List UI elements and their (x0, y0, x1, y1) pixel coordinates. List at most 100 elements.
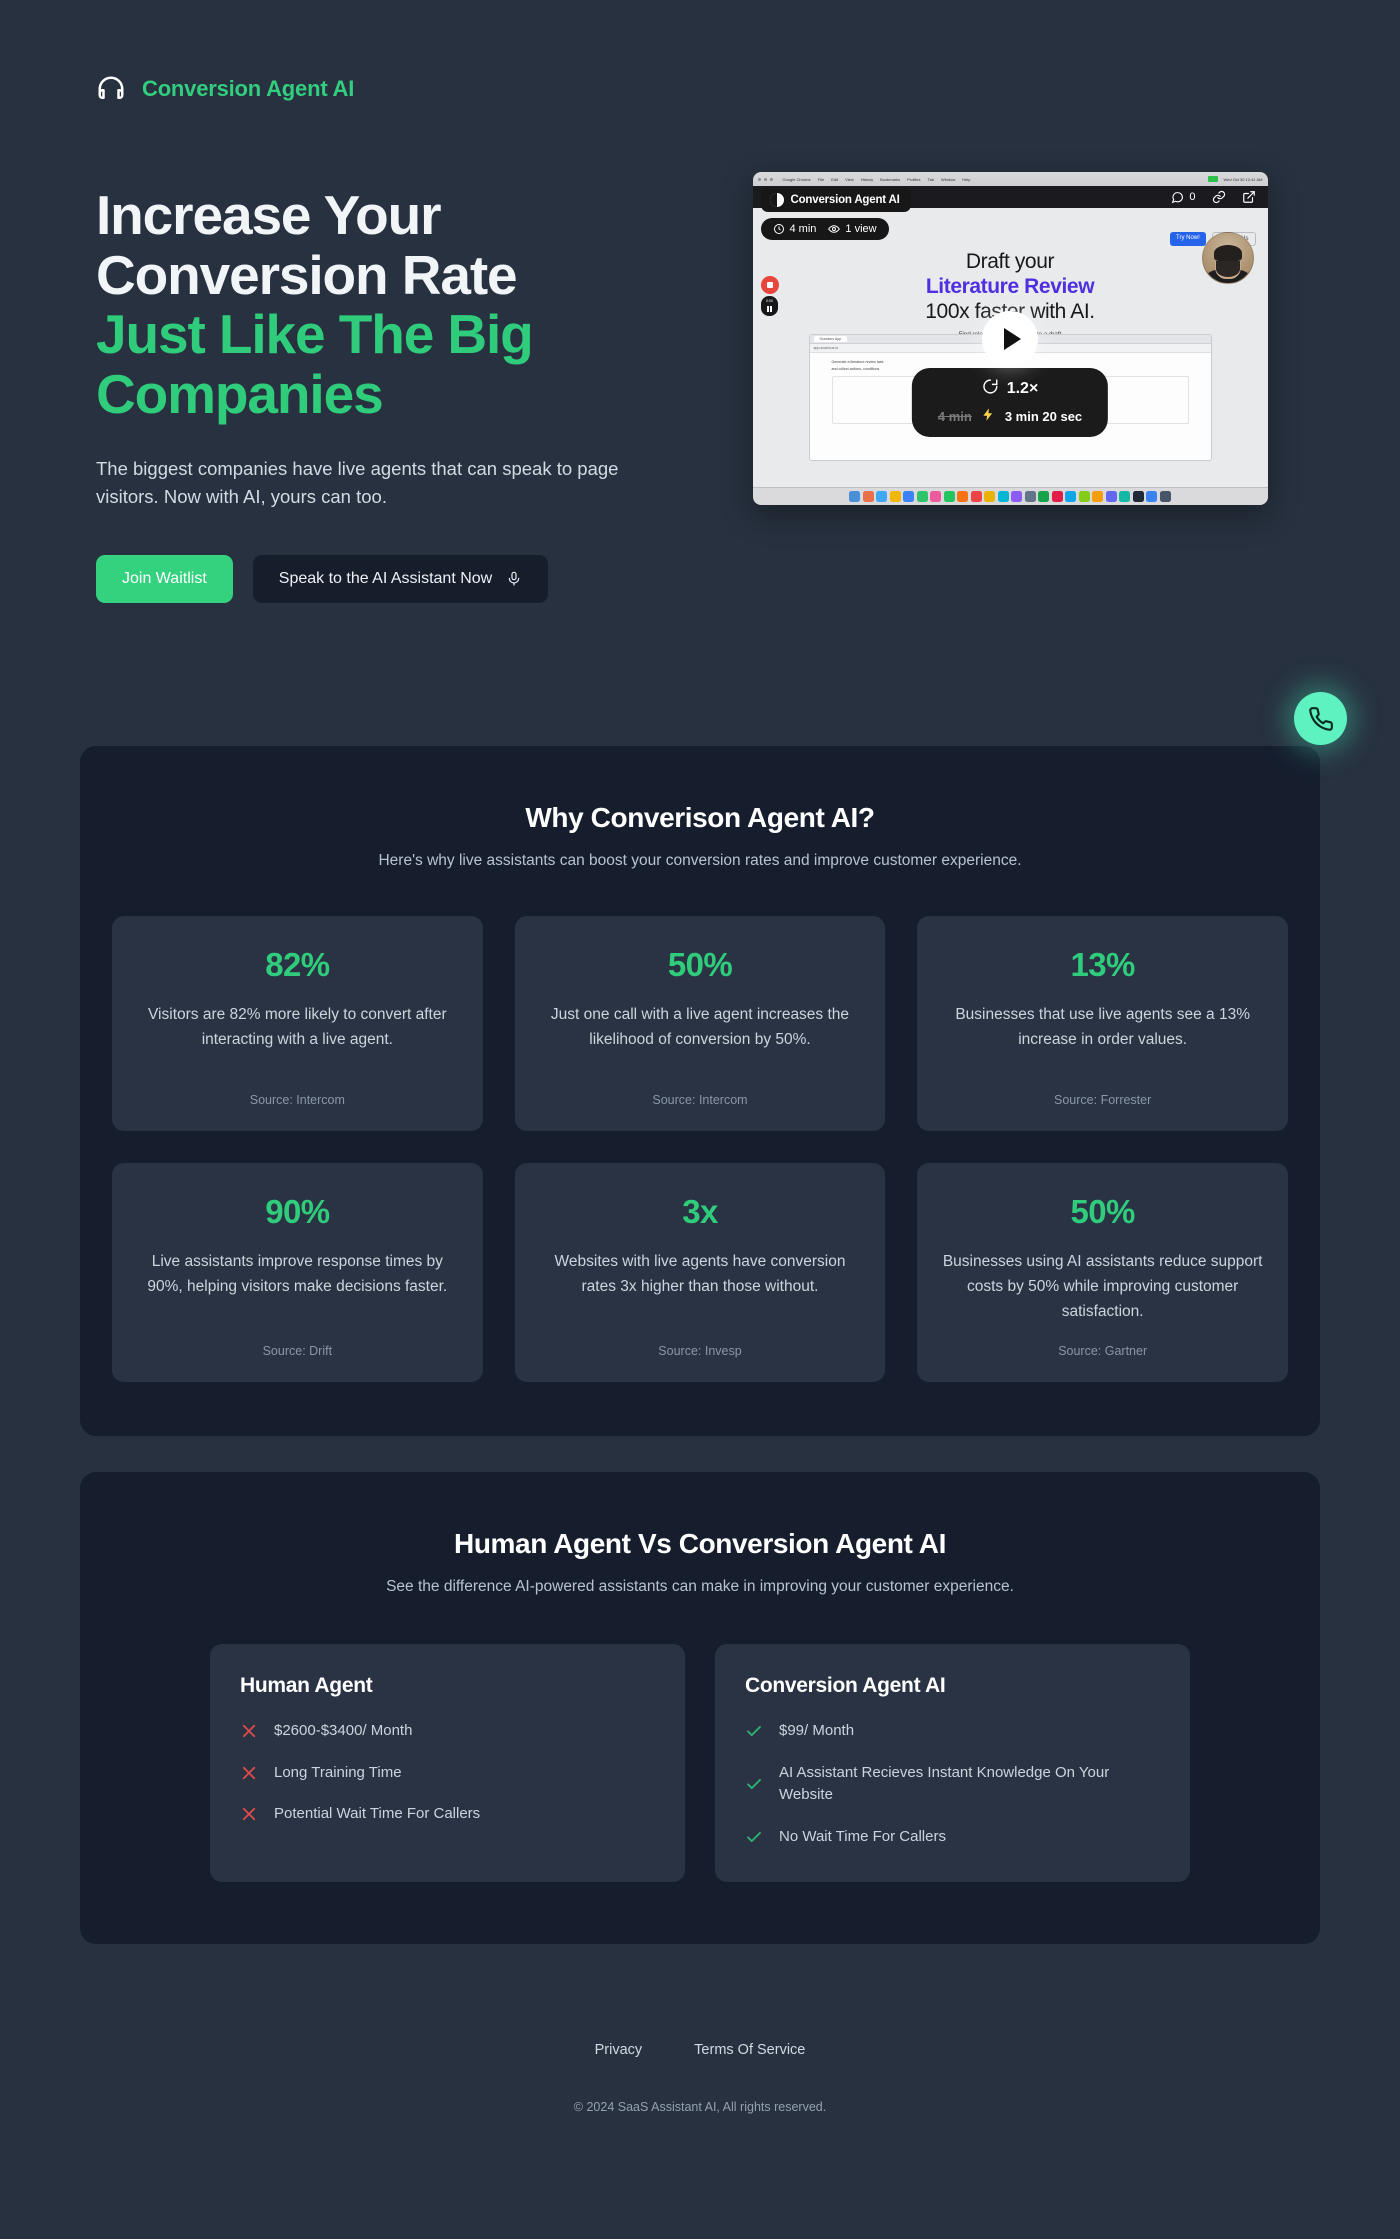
why-section: Why Converison Agent AI? Here's why live… (80, 745, 1320, 1437)
stat-source: Source: Intercom (652, 1092, 748, 1107)
stat-value: 50% (667, 945, 733, 983)
video-views-group: 1 view (828, 223, 877, 235)
hero-subtitle: The biggest companies have live agents t… (96, 457, 619, 507)
stat-value: 3x (682, 1192, 718, 1230)
list-item-label: Long Training Time (274, 1763, 402, 1781)
list-item: Long Training Time (240, 1762, 655, 1785)
footer-links: Privacy Terms Of Service (0, 2042, 1400, 2058)
stat-source: Source: Forrester (1054, 1092, 1152, 1107)
hero-title-accent-1: Just Like The Big (96, 303, 534, 366)
list-item-label: $2600-$3400/ Month (274, 1722, 413, 1740)
join-waitlist-button[interactable]: Join Waitlist (96, 554, 233, 603)
stat-source: Source: Drift (262, 1344, 333, 1359)
list-item: No Wait Time For Callers (745, 1826, 1160, 1849)
stat-card: 50% Businesses using AI assistants reduc… (917, 1162, 1288, 1383)
speak-to-ai-assistant-label: Speak to the AI Assistant Now (278, 569, 493, 587)
stat-value: 82% (265, 945, 330, 983)
human-agent-heading: Human Agent (240, 1674, 373, 1698)
comparison-section: Human Agent Vs Conversion Agent AI See t… (80, 1472, 1320, 1945)
hero-title-line-1: Increase Your (96, 184, 442, 246)
speak-to-ai-assistant-button[interactable]: Speak to the AI Assistant Now (252, 554, 549, 603)
stat-card: 3x Websites with live agents have conver… (514, 1162, 886, 1383)
x-mark-icon (240, 1805, 258, 1823)
video-title-chip: Conversion Agent AI (760, 187, 911, 212)
speed-gauge-icon (982, 378, 999, 400)
inner-browser-url: app.scanicus.io (813, 346, 839, 350)
footer-link-privacy[interactable]: Privacy (595, 2042, 643, 2058)
playback-speed-card: 1.2× 4 min 3 min 20 sec (911, 368, 1109, 437)
site-header: Conversion Agent AI (0, 0, 1400, 120)
stats-grid: 82% Visitors are 82% more likely to conv… (110, 915, 1290, 1383)
video-views: 1 view (845, 223, 877, 235)
hero-title-line-2: Conversion Rate (96, 243, 518, 306)
list-item-label: Potential Wait Time For Callers (274, 1805, 481, 1823)
list-item-label: No Wait Time For Callers (779, 1827, 946, 1845)
eye-icon (828, 223, 841, 235)
video-meta-chip: 4 min 1 view (760, 218, 889, 240)
video-title: Conversion Agent AI (790, 193, 900, 206)
stat-value: 13% (1070, 945, 1136, 983)
human-agent-card: Human Agent $2600-$3400/ Month Long Trai… (210, 1644, 685, 1883)
recording-controls-rail[interactable]: 0:00 (760, 276, 779, 316)
comparison-section-subtitle: See the difference AI-powered assistants… (386, 1578, 1014, 1596)
x-mark-icon (240, 1764, 258, 1782)
stat-source: Source: Intercom (249, 1092, 345, 1107)
check-mark-icon (745, 1828, 763, 1846)
floating-call-button[interactable] (1294, 692, 1347, 745)
macos-menu-items: Google Chrome File Edit View History Boo… (783, 177, 971, 182)
link-icon[interactable] (1212, 190, 1226, 204)
headphones-icon (96, 74, 126, 104)
presenter-avatar (1201, 232, 1254, 284)
stat-description: Just one call with a live agent increase… (550, 1005, 850, 1049)
slide-line-1: Draft your (965, 250, 1055, 273)
hero-left-column: Increase Your Conversion Rate Just Like … (96, 156, 696, 603)
video-duration: 4 min (789, 223, 817, 235)
menu-item: Google Chrome (782, 176, 811, 182)
stat-source: Source: Invesp (658, 1344, 742, 1359)
microphone-icon (506, 569, 522, 589)
macos-dock (752, 487, 1268, 505)
original-duration: 4 min (937, 408, 972, 424)
comment-count-group[interactable]: 0 (1171, 191, 1196, 204)
clock-icon (773, 223, 785, 235)
stat-description: Businesses that use live agents see a 13… (955, 1005, 1250, 1049)
hero-cta-group: Join Waitlist Speak to the AI Assistant … (96, 554, 696, 603)
human-agent-list: $2600-$3400/ Month Long Training Time Po… (240, 1720, 655, 1826)
player-top-right-controls: 0 (1171, 190, 1255, 204)
share-external-icon[interactable] (1242, 190, 1256, 204)
screen-record-indicator-icon (1208, 176, 1219, 182)
pause-icon[interactable] (767, 306, 772, 312)
demo-video-player[interactable]: Google Chrome File Edit View History Boo… (752, 172, 1268, 505)
menu-item: View (845, 176, 854, 182)
menu-item: Window (940, 176, 956, 182)
adjusted-duration: 3 min 20 sec (1004, 408, 1083, 424)
stat-description: Live assistants improve response times b… (147, 1252, 448, 1296)
menu-item: Help (962, 176, 971, 182)
recording-timer-pill: 0:00 (761, 296, 778, 316)
menu-item: History (860, 176, 874, 182)
window-dots (757, 177, 773, 181)
play-icon[interactable] (982, 310, 1038, 367)
stat-card: 50% Just one call with a live agent incr… (514, 915, 886, 1131)
hero-right-column: Google Chrome File Edit View History Boo… (716, 156, 1304, 505)
stat-value: 50% (1070, 1192, 1136, 1230)
lightning-bolt-icon (981, 407, 996, 425)
list-item: AI Assistant Recieves Instant Knowledge … (745, 1762, 1160, 1807)
comparison-grid: Human Agent $2600-$3400/ Month Long Trai… (110, 1644, 1290, 1883)
stat-source: Source: Gartner (1058, 1344, 1148, 1359)
hero-section: Increase Your Conversion Rate Just Like … (0, 120, 1400, 603)
recorded-try-now-button: Try Now! (1170, 232, 1206, 246)
conversion-agent-ai-card: Conversion Agent AI $99/ Month AI Assist… (715, 1644, 1190, 1883)
why-section-title: Why Converison Agent AI? (525, 801, 875, 833)
menu-item: Profiles (907, 176, 921, 182)
footer-link-terms-of-service[interactable]: Terms Of Service (694, 2042, 805, 2058)
brand-name[interactable]: Conversion Agent AI (142, 76, 354, 102)
recording-time: 0:00 (766, 299, 773, 303)
video-duration-group: 4 min (773, 223, 817, 235)
comment-icon (1171, 191, 1184, 204)
menu-item: Tab (927, 176, 934, 182)
macos-status-items: Wed Oct 30 12:41 AM (1208, 176, 1263, 182)
stop-record-icon[interactable] (760, 276, 779, 294)
slide-line-2: Literature Review (925, 275, 1095, 298)
list-item: Potential Wait Time For Callers (240, 1803, 655, 1826)
